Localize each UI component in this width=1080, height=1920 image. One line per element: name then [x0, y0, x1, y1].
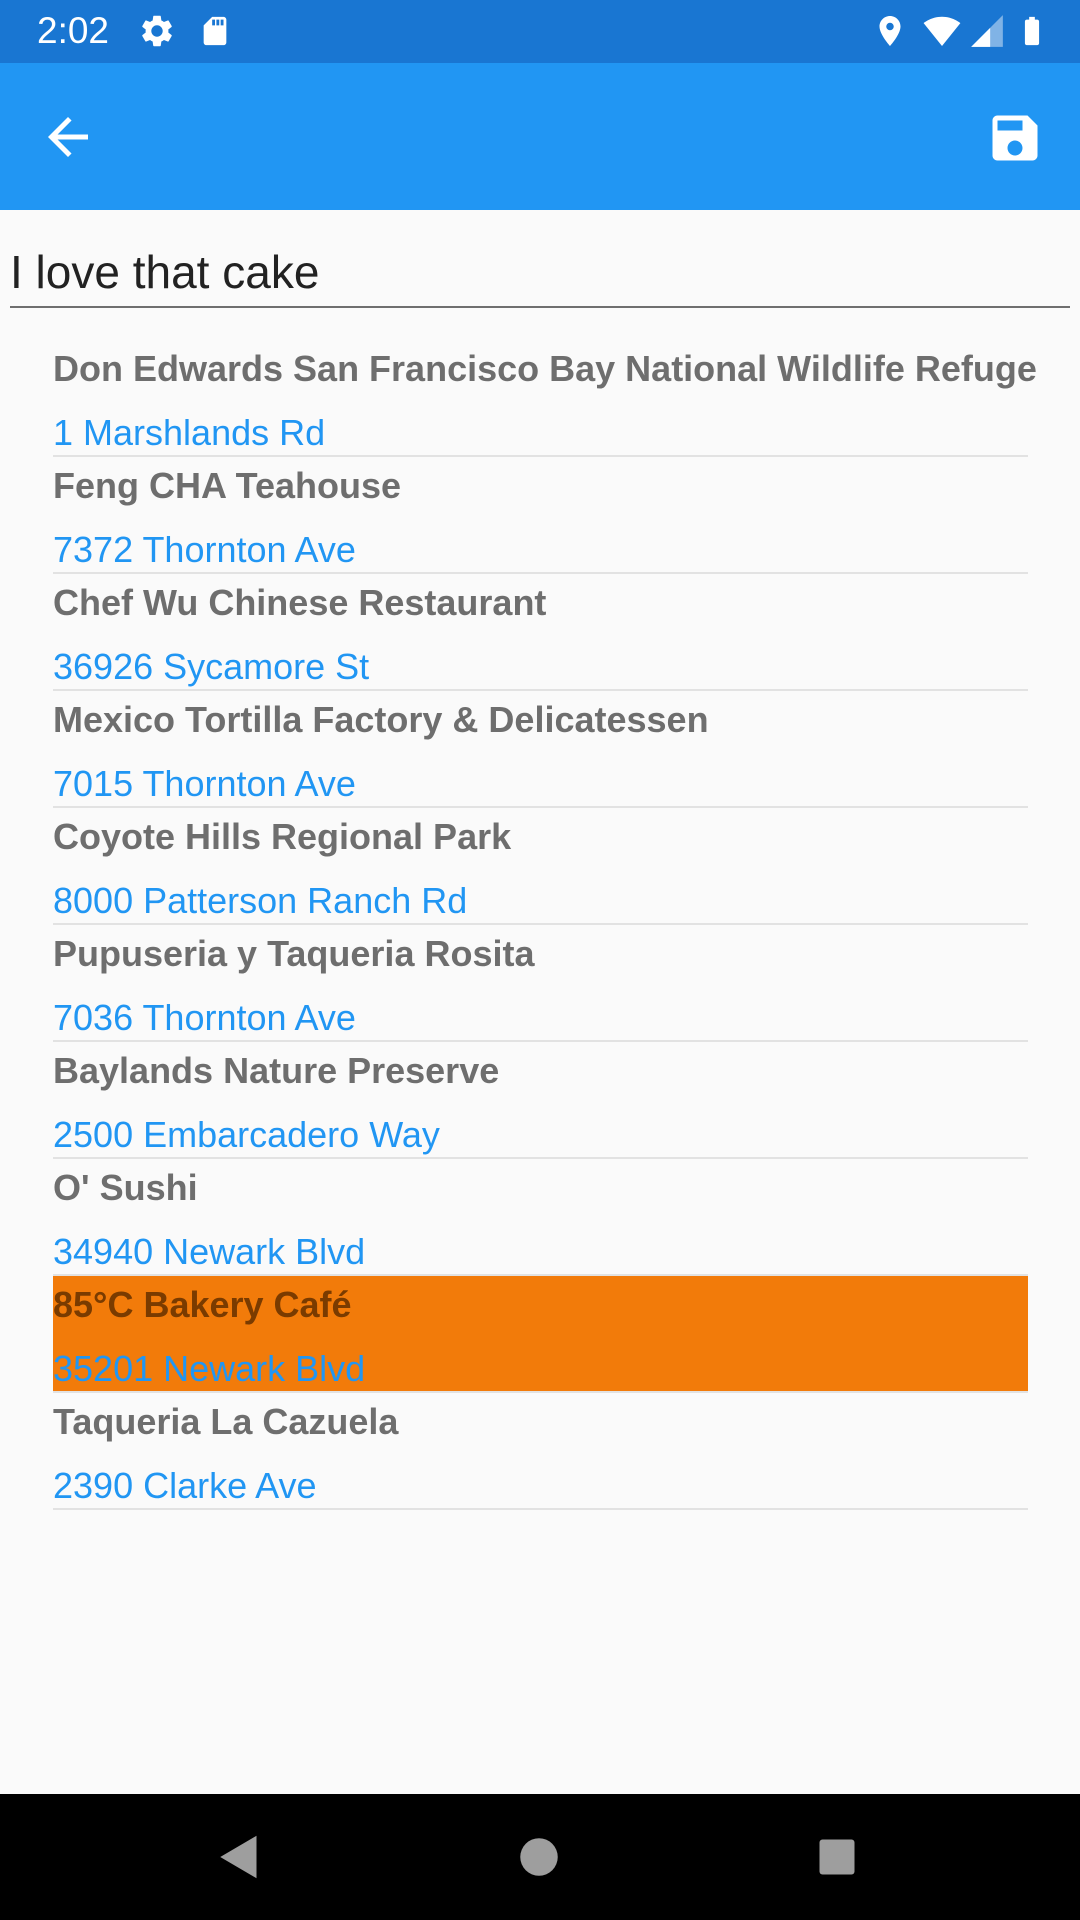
back-triangle-icon[interactable] [209, 1827, 269, 1887]
place-list-item[interactable]: Mexico Tortilla Factory & Delicatessen 70… [53, 691, 1028, 808]
place-address: 7372 Thornton Ave [53, 529, 356, 570]
battery-icon [1024, 16, 1040, 46]
place-list-item[interactable]: Coyote Hills Regional Park 8000 Patterson… [53, 808, 1028, 925]
place-address: 1 Marshlands Rd [53, 412, 326, 453]
place-address: 2390 Clarke Ave [53, 1465, 317, 1506]
home-circle-icon[interactable] [509, 1827, 569, 1887]
sd-card-icon [203, 16, 227, 46]
place-list-item[interactable]: Taqueria La Cazuela 2390 Clarke Ave [53, 1393, 1028, 1510]
navigation-bar [0, 1794, 1080, 1920]
place-address: 2500 Embarcadero Way [53, 1114, 440, 1155]
place-name: Pupuseria y Taqueria Rosita [53, 933, 535, 974]
place-list-item[interactable]: O' Sushi 34940 Newark Blvd [53, 1159, 1028, 1276]
place-address: 34940 Newark Blvd [53, 1231, 366, 1272]
place-list-item[interactable]: Chef Wu Chinese Restaurant 36926 Sycamore… [53, 574, 1028, 691]
place-address: 36926 Sycamore St [53, 646, 370, 687]
app-bar [0, 63, 1080, 210]
place-list-item[interactable]: Baylands Nature Preserve 2500 Embarcadero… [53, 1042, 1028, 1159]
place-name: Baylands Nature Preserve [53, 1050, 500, 1091]
location-icon [879, 16, 901, 46]
settings-icon [142, 15, 172, 47]
place-name: Taqueria La Cazuela [53, 1401, 399, 1442]
place-name: Feng CHA Teahouse [53, 465, 402, 506]
place-address: 7036 Thornton Ave [53, 997, 356, 1038]
recents-square-icon[interactable] [807, 1827, 867, 1887]
place-name: O' Sushi [53, 1167, 198, 1208]
place-list-item[interactable]: Feng CHA Teahouse 7372 Thornton Ave [53, 457, 1028, 574]
place-name: Don Edwards San Francisco Bay National W… [53, 348, 1037, 389]
place-name: 85°C Bakery Café [53, 1284, 352, 1325]
place-name: Coyote Hills Regional Park [53, 816, 512, 857]
note-input[interactable] [10, 238, 1070, 308]
place-list-item[interactable]: Don Edwards San Francisco Bay National W… [53, 340, 1037, 457]
place-address: 35201 Newark Blvd [53, 1348, 366, 1389]
place-name: Mexico Tortilla Factory & Delicatessen [53, 699, 709, 740]
save-icon[interactable] [985, 108, 1045, 168]
back-arrow-icon[interactable] [38, 107, 98, 167]
place-list-item[interactable]: Pupuseria y Taqueria Rosita 7036 Thornton… [53, 925, 1028, 1042]
place-address: 8000 Patterson Ranch Rd [53, 880, 468, 921]
place-address: 7015 Thornton Ave [53, 763, 356, 804]
place-list-item[interactable]: 85°C Bakery Café 35201 Newark Blvd [53, 1276, 1028, 1393]
signal-icon [971, 15, 1003, 47]
status-time: 2:02 [37, 10, 110, 51]
wifi-icon [923, 16, 961, 47]
status-bar: 2:02 [0, 0, 1080, 63]
place-name: Chef Wu Chinese Restaurant [53, 582, 547, 623]
places-list: Don Edwards San Francisco Bay National W… [53, 340, 1037, 1510]
